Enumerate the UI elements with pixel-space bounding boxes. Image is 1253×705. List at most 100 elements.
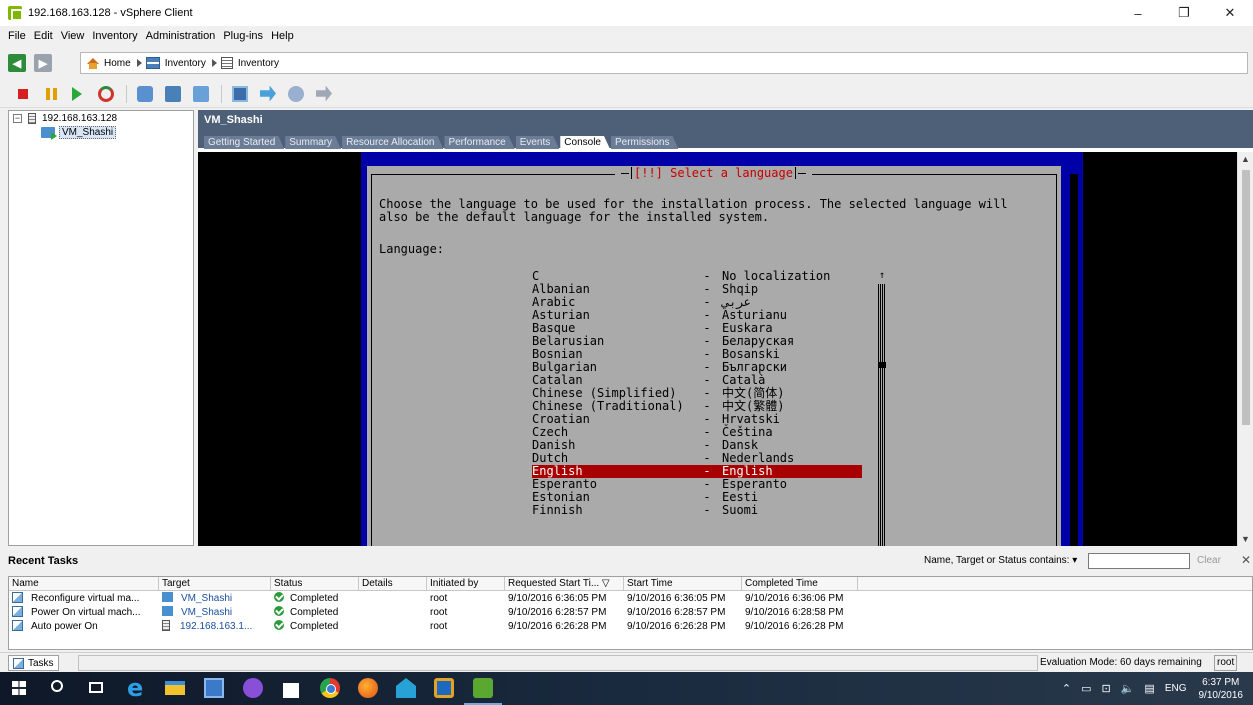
reset-icon[interactable] [98, 85, 114, 102]
snapshot-icon[interactable] [137, 85, 153, 102]
forward-button[interactable]: ▶ [34, 54, 52, 72]
menu-plugins[interactable]: Plug-ins [219, 30, 267, 42]
close-tasks-icon[interactable]: ✕ [1241, 553, 1251, 567]
edge-icon[interactable]: e [127, 676, 147, 700]
list-scrollbar [878, 284, 886, 546]
tab-permissions[interactable]: Permissions [611, 136, 678, 149]
title-bar: 192.168.163.128 - vSphere Client – ❐ ✕ [0, 0, 1253, 26]
language-option[interactable]: Czech - Čeština [532, 426, 862, 439]
column-completed-time[interactable]: Completed Time [742, 576, 858, 591]
column-status[interactable]: Status [271, 576, 359, 591]
filter-dropdown[interactable]: Name, Target or Status contains: ▾ [924, 555, 1077, 566]
task-view-icon[interactable] [89, 682, 103, 693]
suspend-icon[interactable] [44, 86, 60, 102]
home-icon [87, 57, 99, 69]
column-initiated-by[interactable]: Initiated by [427, 576, 505, 591]
filter-input[interactable] [1088, 553, 1190, 569]
store-icon[interactable] [283, 683, 299, 698]
menu-inventory[interactable]: Inventory [88, 30, 141, 42]
battery-icon[interactable]: ▭ [1081, 682, 1091, 695]
skype-icon[interactable] [243, 678, 263, 698]
tab-summary[interactable]: Summary [285, 136, 341, 149]
edit-settings-icon[interactable] [288, 85, 304, 102]
language-option[interactable]: Finnish - Suomi [532, 504, 862, 517]
network-icon[interactable]: ⊡ [1102, 682, 1111, 695]
tab-performance[interactable]: Performance [444, 136, 514, 149]
language-option[interactable]: Danish - Dansk [532, 439, 862, 452]
task-requested-start: 9/10/2016 6:36:05 PM [508, 592, 607, 604]
media-app-icon[interactable] [204, 678, 224, 698]
menu-administration[interactable]: Administration [142, 30, 220, 42]
volume-icon[interactable]: 🔈 [1121, 682, 1135, 695]
chrome-icon[interactable] [320, 678, 340, 698]
revert-snapshot-icon[interactable] [165, 85, 181, 102]
clear-button[interactable]: Clear [1197, 555, 1221, 566]
language-option[interactable]: Asturian - Asturianu [532, 309, 862, 322]
tasks-tab[interactable]: Tasks [8, 655, 59, 671]
language-option[interactable]: Croatian - Hrvatski [532, 413, 862, 426]
notifications-icon[interactable]: ▤ [1144, 682, 1154, 695]
vsphere-app-icon [8, 6, 23, 21]
column-details[interactable]: Details [359, 576, 427, 591]
task-target-link[interactable]: VM_Shashi [181, 607, 232, 618]
tree-vm-row[interactable]: VM_Shashi [9, 125, 193, 140]
console-scrollbar[interactable]: ▲ ▼ [1237, 152, 1253, 546]
start-icon[interactable] [12, 681, 26, 695]
back-button[interactable]: ◀ [8, 54, 26, 72]
table-row[interactable]: Power On virtual mach... VM_Shashi Compl… [9, 605, 1252, 619]
outlook-icon[interactable] [434, 678, 454, 698]
tray-overflow-icon[interactable]: ⌃ [1062, 682, 1071, 695]
table-row[interactable]: Reconfigure virtual ma... VM_Shashi Comp… [9, 591, 1252, 605]
dialog-description: Choose the language to be used for the i… [379, 197, 1008, 224]
vm-title: VM_Shashi [204, 114, 263, 126]
menu-view[interactable]: View [57, 30, 89, 42]
menu-edit[interactable]: Edit [30, 30, 57, 42]
cloud-app-icon[interactable] [396, 678, 416, 698]
column-start-time[interactable]: Start Time [624, 576, 742, 591]
completed-icon [274, 606, 284, 616]
tree-host-row[interactable]: − 192.168.163.128 [9, 111, 193, 125]
breadcrumb-inventory[interactable]: Inventory [145, 57, 206, 69]
tab-resource-allocation[interactable]: Resource Allocation [342, 136, 443, 149]
column-name[interactable]: Name [9, 576, 159, 591]
breadcrumb-separator-icon [211, 59, 217, 67]
breadcrumb-home[interactable]: Home [87, 57, 131, 69]
host-list-icon [220, 57, 233, 69]
column-target[interactable]: Target [159, 576, 271, 591]
clock[interactable]: 6:37 PM 9/10/2016 [1199, 676, 1244, 702]
firefox-icon[interactable] [358, 678, 378, 698]
menu-file[interactable]: File [4, 30, 30, 42]
migrate-icon[interactable] [260, 85, 276, 102]
vm-icon [162, 592, 173, 602]
export-icon[interactable] [316, 85, 332, 102]
close-button[interactable]: ✕ [1207, 0, 1253, 26]
menu-help[interactable]: Help [267, 30, 298, 42]
minimize-button[interactable]: – [1115, 0, 1161, 26]
file-explorer-icon[interactable] [165, 681, 185, 695]
navigation-bar: ◀ ▶ Home Inventory Inventory [0, 46, 1253, 80]
breadcrumb-inventory-view[interactable]: Inventory [220, 57, 279, 69]
table-row[interactable]: Auto power On 192.168.163.1... Completed… [9, 619, 1252, 633]
tab-console[interactable]: Console [560, 136, 610, 149]
completed-icon [274, 592, 284, 602]
task-icon [12, 606, 23, 617]
scroll-up-icon[interactable]: ▲ [1241, 154, 1250, 164]
input-language[interactable]: ENG [1165, 683, 1187, 694]
tab-getting-started[interactable]: Getting Started [204, 136, 284, 149]
scroll-thumb[interactable] [1242, 170, 1250, 425]
search-icon[interactable] [51, 680, 63, 692]
task-target-link[interactable]: 192.168.163.1... [180, 621, 252, 632]
power-on-icon[interactable] [72, 86, 82, 101]
language-option[interactable]: Albanian - Shqip [532, 283, 862, 296]
collapse-icon[interactable]: − [13, 113, 22, 123]
maximize-button[interactable]: ❐ [1161, 0, 1207, 26]
snapshot-manager-icon[interactable] [193, 85, 209, 102]
console-icon[interactable] [232, 85, 248, 102]
power-off-icon[interactable] [18, 88, 28, 99]
column-requested-start[interactable]: Requested Start Ti... ▽ [505, 576, 624, 591]
task-target-link[interactable]: VM_Shashi [181, 593, 232, 604]
tab-events[interactable]: Events [516, 136, 560, 149]
vsphere-taskbar-icon[interactable] [473, 678, 493, 698]
scroll-down-icon[interactable]: ▼ [1241, 534, 1250, 544]
vm-console[interactable]: [!!] Select a language Choose the langua… [198, 152, 1237, 546]
